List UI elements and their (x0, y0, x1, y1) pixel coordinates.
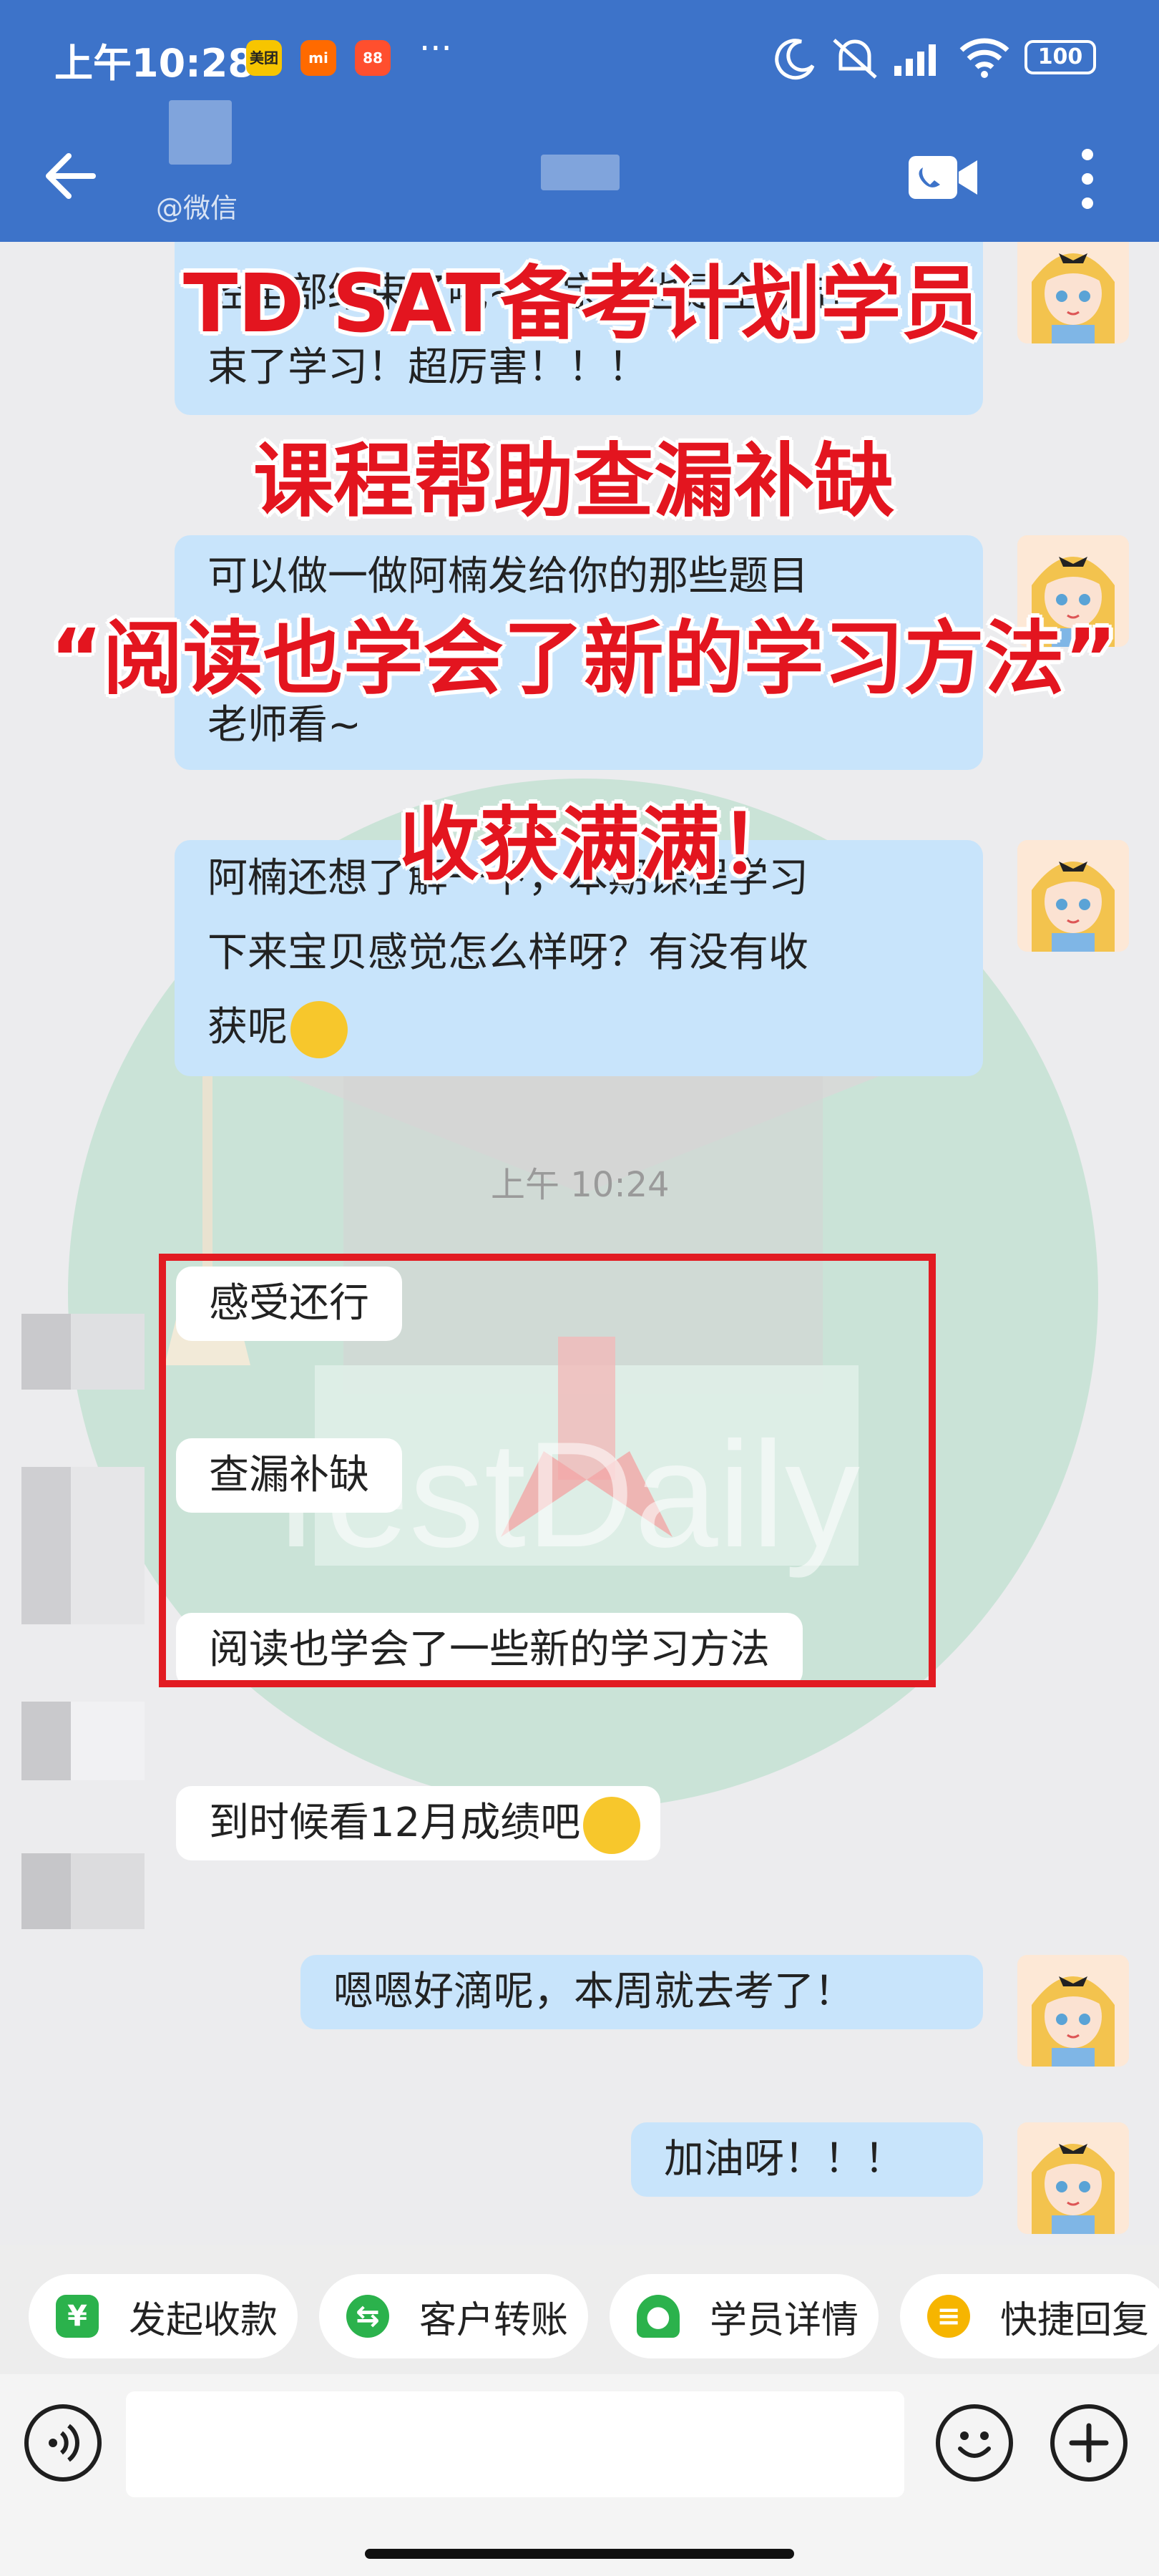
avatar-contact-blurred[interactable] (21, 1467, 145, 1624)
avatar-contact-blurred[interactable] (21, 1702, 145, 1780)
alice-avatar-icon (1017, 1955, 1129, 2067)
chat-bubble-icon: ≡ (927, 2295, 970, 2338)
message-text: 到时候看12月成绩吧 (209, 1800, 581, 1846)
message-bubble-sent[interactable]: 加油呀！！！ (631, 2122, 983, 2197)
chip-label: 发起收款 (129, 2298, 278, 2342)
contact-name-blurred (169, 100, 232, 165)
student-details-button[interactable]: ● 学员详情 (610, 2274, 879, 2358)
message-input[interactable] (126, 2391, 904, 2497)
chip-label: 快捷回复 (1000, 2298, 1150, 2342)
message-bubble-received[interactable]: 到时候看12月成绩吧 (176, 1786, 661, 1860)
overlay-caption-quote: “阅读也学会了新的学习方法” (50, 613, 1118, 706)
meituan-app-icon: 美团 (246, 40, 282, 76)
avatar-self[interactable] (1017, 1955, 1129, 2067)
laughing-tears-emoji-icon (583, 1796, 641, 1854)
more-notifications-icon: ··· (419, 29, 452, 69)
chat-messages-area[interactable]: TestDaily 经全部结束了哦~小宝你也是全勤结 束了学习！超厉害！！！ 可… (0, 242, 1159, 2245)
alice-avatar-icon (1017, 840, 1129, 952)
message-input-bar (0, 2374, 1159, 2576)
overlay-caption-subtitle: 课程帮助查漏补缺 (253, 435, 894, 528)
wifi-icon (959, 38, 1009, 78)
mi-app-icon: mi (300, 40, 336, 76)
arrow-left-icon[interactable] (40, 146, 100, 206)
quick-actions-bar: ¥ 发起收款 ⇆ 客户转账 ● 学员详情 ≡ 快捷回复 (0, 2245, 1159, 2374)
shy-face-emoji-icon (290, 1000, 348, 1058)
battery-icon: 100 (1024, 40, 1096, 74)
chat-header: @微信 (0, 100, 1159, 242)
avatar-self[interactable] (1017, 2122, 1129, 2234)
person-icon: ● (637, 2295, 680, 2338)
do-not-disturb-moon-icon (775, 39, 815, 80)
video-camera-icon[interactable] (906, 150, 982, 205)
status-bar: 上午10:28 美团 mi 88 ··· 100 (0, 0, 1159, 114)
home-indicator[interactable] (365, 2549, 794, 2559)
message-text-line: 下来宝贝感觉怎么样呀？有没有收 (207, 930, 808, 976)
message-text: 加油呀！！！ (664, 2136, 904, 2182)
kuaishou-app-icon: 88 (355, 40, 391, 76)
voice-input-button[interactable] (24, 2404, 102, 2482)
clock: 上午10:28 (54, 41, 255, 86)
customer-transfer-button[interactable]: ⇆ 客户转账 (319, 2274, 588, 2358)
overlay-caption-highlight: 收获满满！ (399, 799, 800, 892)
message-text-line: 获呢 (207, 1004, 288, 1050)
alice-avatar-icon (1017, 242, 1129, 343)
avatar-self[interactable] (1017, 840, 1129, 952)
emoji-button[interactable] (936, 2404, 1013, 2482)
signal-icon (894, 44, 936, 76)
message-text: 嗯嗯好滴呢，本周就去考了！ (333, 1968, 854, 2015)
shield-yen-icon: ¥ (56, 2295, 99, 2338)
overlay-caption-title: TD SAT备考计划学员 (183, 258, 982, 351)
smiley-face-icon (958, 2431, 991, 2458)
avatar-self[interactable] (1017, 242, 1129, 343)
contact-name-blurred-2 (541, 155, 620, 190)
mute-bell-icon (833, 39, 877, 79)
message-bubble-sent[interactable]: 嗯嗯好滴呢，本周就去考了！ (300, 1955, 983, 2029)
more-vertical-icon[interactable] (1066, 143, 1109, 215)
contact-source-label: @微信 (156, 192, 238, 224)
highlight-box (159, 1254, 936, 1687)
more-attachments-button[interactable] (1050, 2404, 1128, 2482)
collect-payment-button[interactable]: ¥ 发起收款 (29, 2274, 298, 2358)
avatar-contact-blurred[interactable] (21, 1314, 145, 1390)
quick-reply-button[interactable]: ≡ 快捷回复 (900, 2274, 1159, 2358)
chip-label: 客户转账 (419, 2298, 569, 2342)
plus-icon (1069, 2423, 1109, 2463)
alice-avatar-icon (1017, 2122, 1129, 2234)
avatar-contact-blurred[interactable] (21, 1853, 145, 1929)
chip-label: 学员详情 (710, 2298, 859, 2342)
voice-wave-icon (49, 2424, 79, 2462)
message-timestamp: 上午 10:24 (491, 1165, 670, 1205)
transfer-arrows-icon: ⇆ (346, 2295, 389, 2338)
